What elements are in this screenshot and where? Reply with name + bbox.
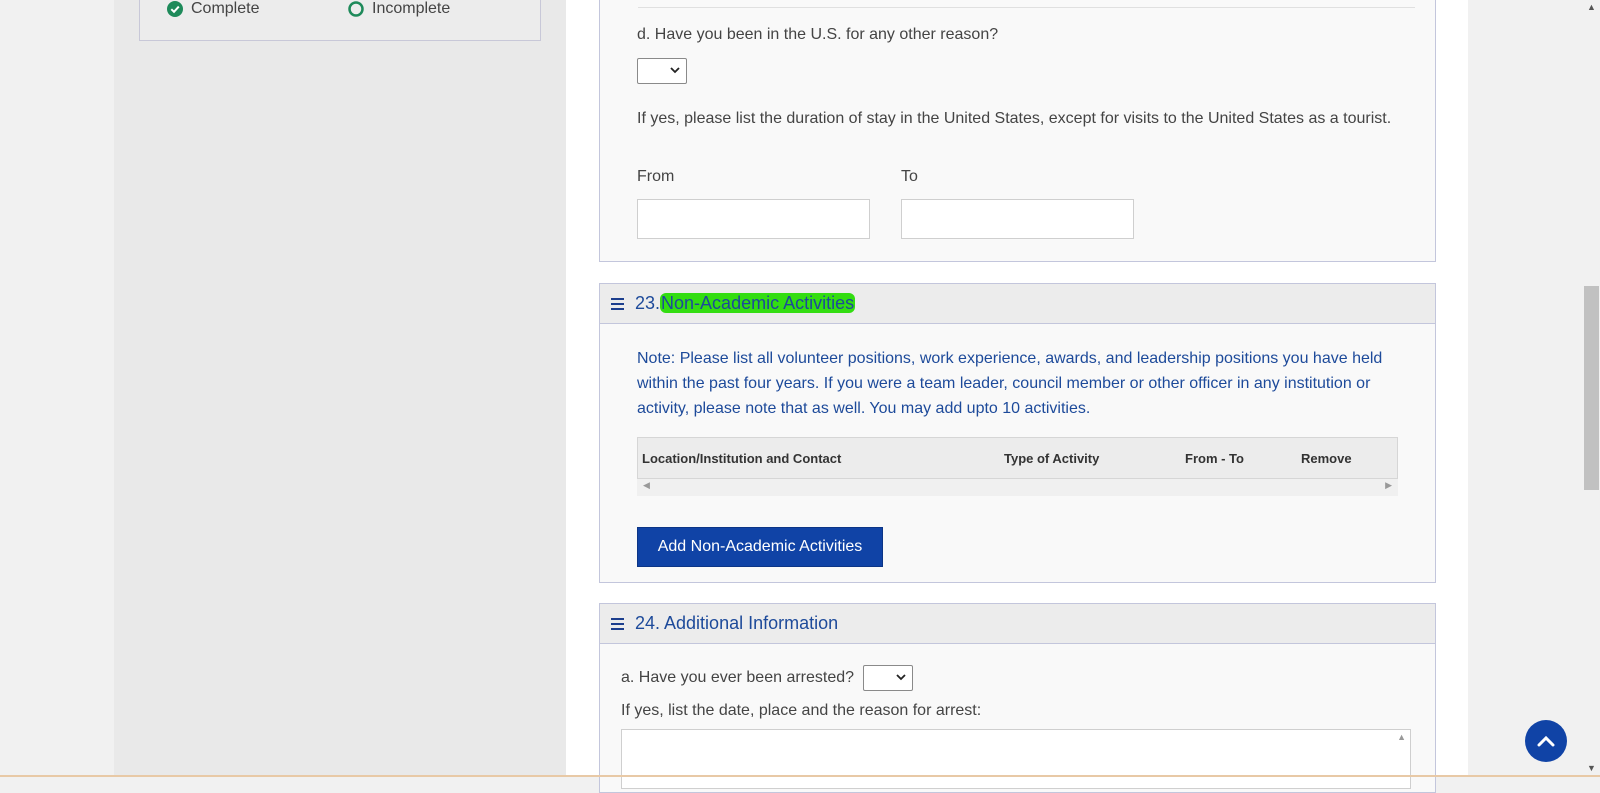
scroll-down-icon[interactable]: ▼ [1587, 763, 1596, 773]
sidebar: Complete Incomplete [114, 0, 566, 777]
arrest-note: If yes, list the date, place and the rea… [621, 702, 982, 719]
hamburger-icon[interactable] [611, 618, 624, 630]
duration-note: If yes, please list the duration of stay… [637, 110, 1392, 127]
legend-incomplete: Incomplete [348, 0, 450, 18]
section-number-23: 23. [635, 293, 661, 313]
main-content: d. Have you been in the U.S. for any oth… [566, 0, 1468, 793]
section-title-24: 24. Additional Information [635, 613, 839, 633]
column-header: Remove [1301, 451, 1352, 466]
arrest-details-textarea[interactable]: ▲ [621, 729, 1411, 789]
panel-additional-information: 24. Additional Information a. Have you e… [599, 603, 1436, 793]
panel-non-academic-activities: 23.Non-Academic Activities Note: Please … [599, 283, 1436, 583]
scrollbar-thumb[interactable] [1584, 286, 1599, 490]
page-scrollbar[interactable]: ▲ ▼ [1583, 0, 1600, 777]
from-label: From [637, 168, 675, 185]
scroll-up-icon[interactable]: ▲ [1587, 2, 1596, 12]
question-other-reason: d. Have you been in the U.S. for any oth… [637, 26, 999, 43]
question-arrested: a. Have you ever been arrested? [621, 669, 855, 686]
chevron-up-icon [1537, 735, 1555, 747]
scroll-up-icon[interactable]: ▲ [1397, 732, 1406, 742]
chevron-down-icon [670, 63, 680, 77]
column-header: Type of Activity [1004, 451, 1100, 466]
activities-table: Location/Institution and Contact Type of… [637, 437, 1398, 497]
legend-complete: Complete [167, 0, 259, 18]
panel-previous-section: d. Have you been in the U.S. for any oth… [599, 0, 1436, 262]
check-circle-icon [167, 1, 183, 17]
column-header: From - To [1185, 451, 1244, 466]
from-date-input[interactable] [637, 199, 870, 239]
empty-circle-icon [348, 1, 364, 17]
arrested-select[interactable] [863, 665, 913, 691]
section-header-23[interactable]: 23.Non-Academic Activities [600, 284, 1435, 324]
add-non-academic-activities-button[interactable]: Add Non-Academic Activities [637, 527, 883, 567]
scroll-right-icon[interactable]: ▶ [1385, 480, 1392, 491]
other-reason-select[interactable] [637, 58, 687, 84]
section-title-23-highlighted: Non-Academic Activities [660, 293, 856, 313]
table-horizontal-scrollbar[interactable]: ◀ ▶ [637, 479, 1398, 496]
back-to-top-button[interactable] [1525, 720, 1567, 762]
table-header: Location/Institution and Contact Type of… [637, 437, 1398, 479]
divider [638, 7, 1415, 8]
legend-complete-label: Complete [191, 0, 260, 17]
activities-note: Note: Please list all volunteer position… [637, 350, 1383, 417]
section-header-24[interactable]: 24. Additional Information [600, 604, 1435, 644]
legend-incomplete-label: Incomplete [372, 0, 451, 17]
section-title-23: 23.Non-Academic Activities [635, 293, 856, 314]
to-label: To [901, 168, 918, 185]
column-header: Location/Institution and Contact [642, 451, 842, 466]
chevron-down-icon [896, 670, 906, 684]
hamburger-icon[interactable] [611, 298, 624, 310]
status-legend: Complete Incomplete [139, 0, 541, 41]
scroll-left-icon[interactable]: ◀ [643, 480, 650, 491]
to-date-input[interactable] [901, 199, 1134, 239]
